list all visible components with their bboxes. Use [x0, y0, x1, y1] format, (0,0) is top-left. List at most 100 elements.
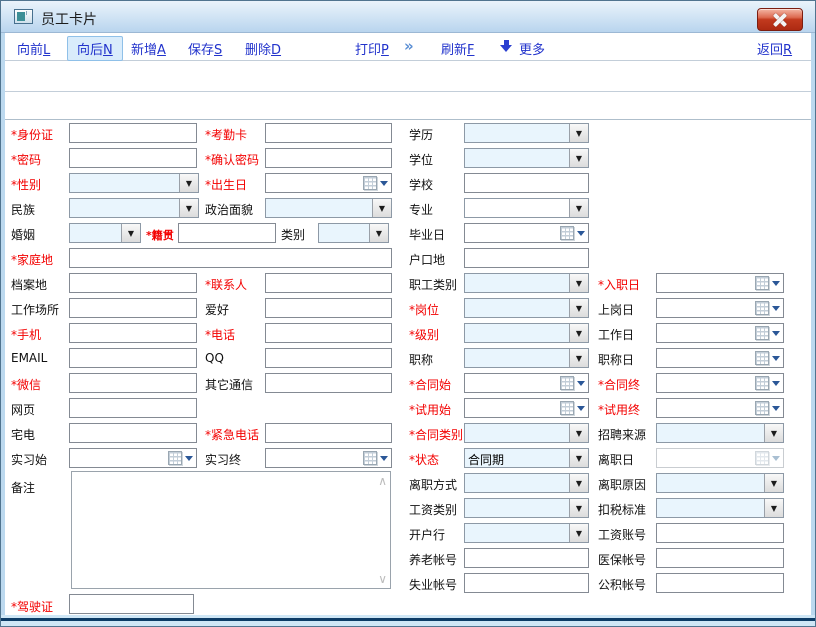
emergency-phone-input[interactable]	[265, 423, 392, 443]
hobby-label: 爱好	[205, 301, 229, 318]
wechat-input[interactable]	[69, 373, 197, 393]
archive-address-input[interactable]	[69, 273, 197, 293]
password-input[interactable]	[69, 148, 197, 168]
driver-license-input[interactable]	[69, 594, 194, 614]
probation-end-datepicker[interactable]	[656, 398, 784, 418]
degree-select[interactable]: ▼	[464, 148, 589, 168]
ethnicity-select[interactable]: ▼	[69, 198, 199, 218]
hire-date-datepicker[interactable]	[656, 273, 784, 293]
close-button[interactable]	[757, 8, 803, 31]
title-bar[interactable]: 员工卡片	[1, 1, 816, 33]
major-label: 专业	[409, 201, 433, 218]
housing-fund-account-input[interactable]	[656, 573, 784, 593]
back-button[interactable]: 返回R	[757, 39, 792, 58]
medical-account-label: 医保帐号	[598, 551, 646, 568]
salary-type-select[interactable]: ▼	[464, 498, 589, 518]
tax-standard-select[interactable]: ▼	[656, 498, 784, 518]
contract-type-select[interactable]: ▼	[464, 423, 589, 443]
medical-account-input[interactable]	[656, 548, 784, 568]
native-place-label: *籍贯	[146, 227, 174, 243]
remarks-label: 备注	[11, 479, 35, 496]
toolbar: 向前L 向后N 新增A 保存S 删除D 打印P » 刷新F 更多 返回R	[5, 33, 811, 61]
grade-select[interactable]: ▼	[464, 323, 589, 343]
chevron-down-icon: ▼	[179, 174, 198, 192]
marital-status-select[interactable]: ▼	[69, 223, 141, 243]
school-label: 学校	[409, 176, 433, 193]
employee-type-select[interactable]: ▼	[464, 273, 589, 293]
window-frame-bottom	[1, 615, 815, 626]
webpage-input[interactable]	[69, 398, 197, 418]
email-input[interactable]	[69, 348, 197, 368]
political-status-select[interactable]: ▼	[265, 198, 392, 218]
intern-end-datepicker[interactable]	[265, 448, 392, 468]
chevron-down-icon: ▼	[569, 299, 588, 317]
status-select[interactable]: 合同期▼	[464, 448, 589, 468]
more-arrow-icon[interactable]	[500, 39, 513, 53]
workplace-input[interactable]	[69, 298, 197, 318]
category-select[interactable]: ▼	[318, 223, 389, 243]
position-label: *岗位	[409, 301, 439, 318]
birth-date-datepicker[interactable]	[265, 173, 392, 193]
registered-address-input[interactable]	[464, 248, 589, 268]
work-date-datepicker[interactable]	[656, 323, 784, 343]
recruit-source-select[interactable]: ▼	[656, 423, 784, 443]
contract-start-label: *合同始	[409, 376, 451, 393]
leave-method-label: 离职方式	[409, 476, 457, 493]
onboard-date-datepicker[interactable]	[656, 298, 784, 318]
next-button[interactable]: 向后N	[67, 36, 123, 61]
chevron-down-icon	[772, 306, 780, 315]
position-select[interactable]: ▼	[464, 298, 589, 318]
title-date-datepicker[interactable]	[656, 348, 784, 368]
intern-start-datepicker[interactable]	[69, 448, 197, 468]
job-title-select[interactable]: ▼	[464, 348, 589, 368]
leave-reason-select[interactable]: ▼	[656, 473, 784, 493]
more-button[interactable]: 更多	[519, 39, 545, 58]
school-input[interactable]	[464, 173, 589, 193]
gender-select[interactable]: ▼	[69, 173, 199, 193]
pension-account-label: 养老帐号	[409, 551, 457, 568]
expand-chevrons-icon[interactable]: »	[404, 37, 414, 55]
bank-select[interactable]: ▼	[464, 523, 589, 543]
pension-account-input[interactable]	[464, 548, 589, 568]
qq-label: QQ	[205, 351, 224, 365]
probation-start-label: *试用始	[409, 401, 451, 418]
attendance-card-input[interactable]	[265, 123, 392, 143]
contact-person-input[interactable]	[265, 273, 392, 293]
home-phone-input[interactable]	[69, 423, 197, 443]
chevron-down-icon: ▼	[569, 524, 588, 542]
probation-start-datepicker[interactable]	[464, 398, 589, 418]
graduation-date-datepicker[interactable]	[464, 223, 589, 243]
unemployment-account-input[interactable]	[464, 573, 589, 593]
remarks-textarea[interactable]: ∧ ∨	[71, 471, 391, 589]
native-place-input[interactable]	[178, 223, 276, 243]
refresh-button[interactable]: 刷新F	[441, 39, 475, 58]
contract-end-datepicker[interactable]	[656, 373, 784, 393]
scroll-down-icon[interactable]: ∨	[378, 572, 387, 586]
attendance-card-label: *考勤卡	[205, 126, 247, 143]
gender-label: *性别	[11, 176, 41, 193]
scroll-up-icon[interactable]: ∧	[378, 474, 387, 488]
password-label: *密码	[11, 151, 41, 168]
education-select[interactable]: ▼	[464, 123, 589, 143]
grade-label: *级别	[409, 326, 439, 343]
salary-account-input[interactable]	[656, 523, 784, 543]
save-button[interactable]: 保存S	[188, 39, 222, 58]
add-button[interactable]: 新增A	[131, 39, 166, 58]
mobile-input[interactable]	[69, 323, 197, 343]
confirm-password-input[interactable]	[265, 148, 392, 168]
hobby-input[interactable]	[265, 298, 392, 318]
other-contact-input[interactable]	[265, 373, 392, 393]
qq-input[interactable]	[265, 348, 392, 368]
print-button[interactable]: 打印P	[355, 39, 389, 58]
id-card-input[interactable]	[69, 123, 197, 143]
contact-person-label: *联系人	[205, 276, 247, 293]
chevron-down-icon: ▼	[569, 424, 588, 442]
contract-start-datepicker[interactable]	[464, 373, 589, 393]
phone-input[interactable]	[265, 323, 392, 343]
prev-button[interactable]: 向前L	[17, 39, 50, 58]
home-address-input[interactable]	[69, 248, 392, 268]
delete-button[interactable]: 删除D	[245, 39, 281, 58]
major-select[interactable]: ▼	[464, 198, 589, 218]
calendar-icon	[755, 276, 769, 290]
leave-method-select[interactable]: ▼	[464, 473, 589, 493]
